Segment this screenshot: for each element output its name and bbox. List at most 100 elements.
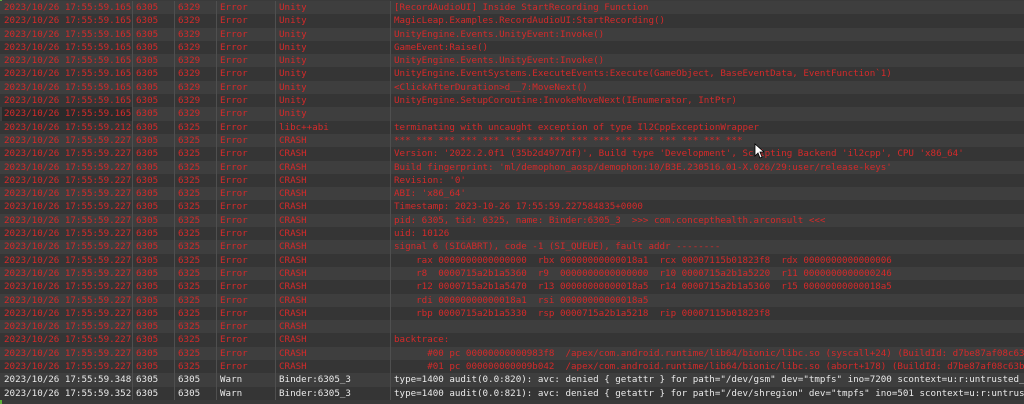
log-row[interactable]: 2023/10/26 17:55:59.212 6305 6325 Error libc… [0,120,1024,134]
tag-cell: Binder:6305_3 [277,373,391,387]
level-cell: Error [218,333,276,347]
tid-cell: 6325 [176,306,217,321]
pid-cell: 6305 [134,200,175,214]
message-cell: pid: 6305, tid: 6325, name: Binder:6305_… [394,214,826,226]
level-cell: Error [218,107,276,121]
log-row[interactable]: 2023/10/26 17:55:59.227 6305 6325 Error CRAS… [0,147,1024,161]
tid-cell: 6329 [176,27,217,41]
message-cell: *** *** *** *** *** *** *** *** *** *** … [394,134,743,146]
log-row[interactable]: 2023/10/26 17:55:59.227 6305 6325 Error CRAS… [0,253,1024,267]
log-row[interactable]: 2023/10/26 17:55:59.227 6305 6325 Error CRAS… [0,306,1024,321]
tag-cell: CRASH [277,293,391,307]
level-cell: Error [218,14,276,28]
tid-cell: 6325 [176,280,217,294]
log-row[interactable]: 2023/10/26 17:55:59.227 6305 6325 Error CRAS… [0,200,1024,214]
timestamp-cell: 2023/10/26 17:55:59.227 [4,240,133,254]
timestamp-cell: 2023/10/26 17:55:59.165 [2,107,133,121]
level-cell: Error [218,120,276,134]
log-row[interactable]: 2023/10/26 17:55:59.348 6305 6305 Warn Binde… [0,373,1024,387]
level-cell: Error [218,320,276,334]
message-cell: rdi 00000000000018a1 rsi 00000000000018a… [394,294,649,306]
log-row[interactable]: 2023/10/26 17:55:59.227 6305 6325 Error CRAS… [0,173,1024,188]
tid-cell: 6325 [176,320,217,334]
tid-cell: 6329 [176,14,217,28]
pid-cell: 6305 [134,333,175,347]
timestamp-cell: 2023/10/26 17:55:59.227 [4,213,133,228]
timestamp-cell: 2023/10/26 17:55:59.227 [4,280,133,294]
level-cell: Warn [218,373,276,387]
log-row[interactable]: 2023/10/26 17:55:59.165 6305 6329 Error Unit… [0,40,1024,55]
pid-cell: 6305 [134,320,175,334]
pid-cell: 6305 [134,360,175,374]
pid-cell: 6305 [134,80,175,95]
timestamp-cell: 2023/10/26 17:55:59.227 [4,173,133,188]
level-cell: Error [218,160,276,174]
tid-cell: 6325 [176,133,217,148]
level-cell: Error [218,346,276,361]
timestamp-cell: 2023/10/26 17:55:59.165 [4,1,133,15]
log-row[interactable]: 2023/10/26 17:55:59.227 6305 6325 Error CRAS… [0,160,1024,174]
logcat-table[interactable]: 2023/10/26 17:55:59.165 6305 6329 Error Unit… [0,1,1024,400]
timestamp-cell: 2023/10/26 17:55:59.165 [4,80,133,95]
log-row[interactable]: 2023/10/26 17:55:59.227 6305 6325 Error CRAS… [0,293,1024,307]
log-row[interactable]: 2023/10/26 17:55:59.165 6305 6329 Error Unit… [0,94,1024,108]
tid-cell: 6325 [176,213,217,228]
level-cell: Error [218,27,276,41]
message-cell: type=1400 audit(0.0:821): avc: denied { … [394,387,1024,399]
tag-cell: Unity [277,94,391,108]
pid-cell: 6305 [134,227,175,241]
tid-cell: 6325 [176,293,217,307]
tid-cell: 6325 [176,147,217,161]
tag-cell: CRASH [277,320,391,334]
pid-cell: 6305 [134,54,175,68]
log-row[interactable]: 2023/10/26 17:55:59.227 6305 6325 Error CRAS… [0,213,1024,228]
level-cell: Error [218,147,276,161]
log-row[interactable]: 2023/10/26 17:55:59.165 6305 6329 Error Unit… [0,67,1024,81]
message-cell: rbp 0000715a2b1a5330 rsp 0000715a2b1a521… [394,307,771,319]
log-row[interactable]: 2023/10/26 17:55:59.165 6305 6329 Error Unit… [0,54,1024,68]
level-cell: Error [218,240,276,254]
tag-cell: CRASH [277,306,391,321]
log-row[interactable]: 2023/10/26 17:55:59.165 6305 6329 Error Unit… [0,80,1024,95]
tid-cell: 6325 [176,227,217,241]
log-row[interactable]: 2023/10/26 17:55:59.227 6305 6325 Error CRAS… [0,333,1024,347]
level-cell: Error [218,80,276,95]
tag-cell: CRASH [277,240,391,254]
level-cell: Error [218,94,276,108]
log-row[interactable]: 2023/10/26 17:55:59.227 6305 6325 Error CRAS… [0,227,1024,241]
tag-cell: libc++abi [277,120,391,134]
log-row[interactable]: 2023/10/26 17:55:59.227 6305 6325 Error CRAS… [0,320,1024,334]
tid-cell: 6325 [176,333,217,347]
tid-cell: 6305 [176,386,217,400]
log-row[interactable]: 2023/10/26 17:55:59.227 6305 6325 Error CRAS… [0,133,1024,148]
log-row[interactable]: 2023/10/26 17:55:59.227 6305 6325 Error CRAS… [0,280,1024,294]
message-cell: rax 0000000000000000 rbx 00000000000018a… [394,254,892,266]
log-row[interactable]: 2023/10/26 17:55:59.165 6305 6329 Error Unit… [0,14,1024,28]
log-row[interactable]: 2023/10/26 17:55:59.227 6305 6325 Error CRAS… [0,187,1024,201]
log-row[interactable]: 2023/10/26 17:55:59.165 6305 6329 Error Unit… [0,27,1024,41]
tid-cell: 6329 [176,1,217,15]
timestamp-cell: 2023/10/26 17:55:59.165 [4,40,133,55]
timestamp-cell: 2023/10/26 17:55:59.165 [4,14,133,28]
tag-cell: Unity [277,40,391,55]
tid-cell: 6329 [176,54,217,68]
log-row[interactable]: 2023/10/26 17:55:59.227 6305 6325 Error CRAS… [0,266,1024,281]
log-row[interactable]: 2023/10/26 17:55:59.165 6305 6329 Error Unit… [0,1,1024,15]
pid-cell: 6305 [134,280,175,294]
tid-cell: 6329 [176,40,217,55]
log-row[interactable]: 2023/10/26 17:55:59.227 6305 6325 Error CRAS… [0,360,1024,374]
tid-cell: 6325 [176,187,217,201]
log-row[interactable]: 2023/10/26 17:55:59.227 6305 6325 Error CRAS… [0,346,1024,361]
level-cell: Error [218,227,276,241]
tag-cell: CRASH [277,147,391,161]
tag-cell: Unity [277,80,391,95]
log-row[interactable]: 2023/10/26 17:55:59.352 6305 6305 Warn Binde… [0,386,1024,400]
pid-cell: 6305 [134,187,175,201]
timestamp-cell: 2023/10/26 17:55:59.165 [4,67,133,81]
message-cell: [RecordAudioUI] Inside StartRecording Fu… [394,2,649,13]
tag-cell: Unity [277,27,391,41]
message-cell: <ClickAfterDuration>d__7:MoveNext() [394,81,588,93]
tid-cell: 6325 [176,200,217,214]
log-row[interactable]: 2023/10/26 17:55:59.165 6305 6329 Error Unit… [0,107,1024,121]
log-row[interactable]: 2023/10/26 17:55:59.227 6305 6325 Error CRAS… [0,240,1024,254]
